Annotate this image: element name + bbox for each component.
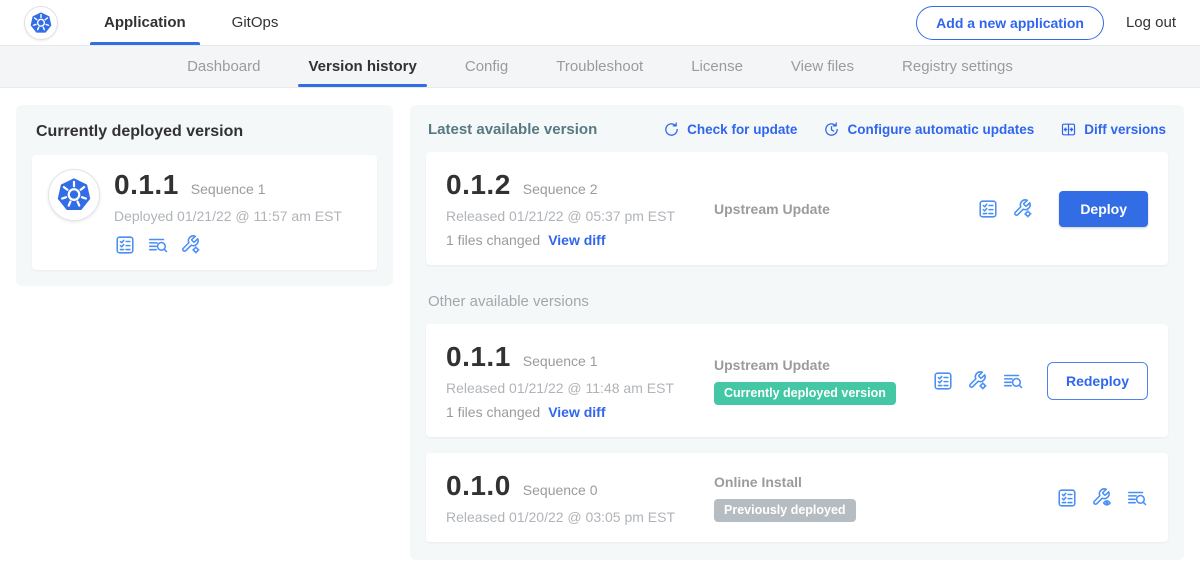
wrench-gear-config-icon[interactable] [967,370,989,392]
currently-deployed-panel: Currently deployed version 0.1.1 Sequenc… [16,105,393,286]
currently-deployed-badge: Currently deployed version [714,382,896,405]
add-application-button[interactable]: Add a new application [916,6,1104,40]
version-source: Upstream Update [714,357,932,373]
tab-view-files-label: View files [791,58,854,75]
view-diff-link[interactable]: View diff [548,232,605,248]
release-notes-magnifier-icon[interactable] [1126,487,1148,509]
wrench-gear-config-icon[interactable] [1012,198,1034,220]
release-notes-magnifier-icon[interactable] [1002,370,1024,392]
version-number: 0.1.0 [446,470,511,502]
configure-automatic-updates-label: Configure automatic updates [847,122,1034,137]
version-number: 0.1.1 [446,341,511,373]
version-number: 0.1.2 [446,169,511,201]
tab-application-label: Application [104,14,186,31]
wrench-gear-config-icon[interactable] [180,234,202,256]
other-versions-title: Other available versions [428,293,1166,310]
version-released: Released 01/21/22 @ 11:48 am EST [446,380,696,396]
check-for-update-label: Check for update [687,122,797,137]
deployed-timestamp: Deployed 01/21/22 @ 11:57 am EST [114,208,342,224]
tab-gitops-label: GitOps [232,14,279,31]
deploy-button[interactable]: Deploy [1059,191,1148,227]
tab-dashboard[interactable]: Dashboard [163,46,284,87]
logout-button[interactable]: Log out [1126,14,1176,31]
release-notes-magnifier-icon[interactable] [147,234,169,256]
check-for-update-link[interactable]: Check for update [663,121,797,138]
tab-version-history-label: Version history [308,58,416,75]
preflight-checklist-icon[interactable] [932,370,954,392]
tab-view-files[interactable]: View files [767,46,878,87]
refresh-icon [663,121,680,138]
tab-troubleshoot-label: Troubleshoot [556,58,643,75]
configure-automatic-updates-link[interactable]: Configure automatic updates [823,121,1034,138]
currently-deployed-title: Currently deployed version [36,123,377,141]
deployed-sequence: Sequence 1 [191,181,266,197]
wrench-eye-view-config-icon[interactable] [1091,487,1113,509]
top-nav-tabs: Application GitOps [90,0,310,45]
files-changed: 1 files changed [446,404,540,420]
version-card-0-1-2: 0.1.2 Sequence 2 Released 01/21/22 @ 05:… [426,152,1168,265]
available-versions-panel: Latest available version Check for updat… [410,105,1184,560]
tab-gitops[interactable]: GitOps [218,0,293,45]
top-nav-right: Add a new application Log out [916,6,1176,40]
app-sub-nav: Dashboard Version history Config Trouble… [0,46,1200,88]
kubernetes-logo [24,6,58,40]
redeploy-button[interactable]: Redeploy [1047,362,1148,400]
version-card-0-1-0: 0.1.0 Sequence 0 Released 01/20/22 @ 03:… [426,453,1168,542]
preflight-checklist-icon[interactable] [1056,487,1078,509]
tab-troubleshoot[interactable]: Troubleshoot [532,46,667,87]
version-source: Online Install [714,474,1056,490]
tab-config[interactable]: Config [441,46,532,87]
diff-versions-link[interactable]: Diff versions [1060,121,1166,138]
latest-available-title: Latest available version [428,121,597,138]
schedule-icon [823,121,840,138]
version-sequence: Sequence 1 [523,353,598,369]
tab-version-history[interactable]: Version history [284,46,440,87]
previously-deployed-badge: Previously deployed [714,499,856,522]
tab-registry-settings[interactable]: Registry settings [878,46,1037,87]
tab-application[interactable]: Application [90,0,200,45]
version-sequence: Sequence 2 [523,181,598,197]
diff-versions-label: Diff versions [1084,122,1166,137]
main-content: Currently deployed version 0.1.1 Sequenc… [0,88,1200,564]
tab-registry-settings-label: Registry settings [902,58,1013,75]
version-sequence: Sequence 0 [523,482,598,498]
tab-license-label: License [691,58,743,75]
version-released: Released 01/20/22 @ 03:05 pm EST [446,509,696,525]
version-card-0-1-1: 0.1.1 Sequence 1 Released 01/21/22 @ 11:… [426,324,1168,437]
deployed-version-number: 0.1.1 [114,169,179,201]
tab-dashboard-label: Dashboard [187,58,260,75]
currently-deployed-card: 0.1.1 Sequence 1 Deployed 01/21/22 @ 11:… [32,155,377,270]
preflight-checklist-icon[interactable] [114,234,136,256]
version-source: Upstream Update [714,201,977,217]
files-changed: 1 files changed [446,232,540,248]
diff-icon [1060,121,1077,138]
preflight-checklist-icon[interactable] [977,198,999,220]
tab-config-label: Config [465,58,508,75]
tab-license[interactable]: License [667,46,767,87]
view-diff-link[interactable]: View diff [548,404,605,420]
app-icon [48,169,100,221]
version-released: Released 01/21/22 @ 05:37 pm EST [446,208,696,224]
top-nav: Application GitOps Add a new application… [0,0,1200,46]
